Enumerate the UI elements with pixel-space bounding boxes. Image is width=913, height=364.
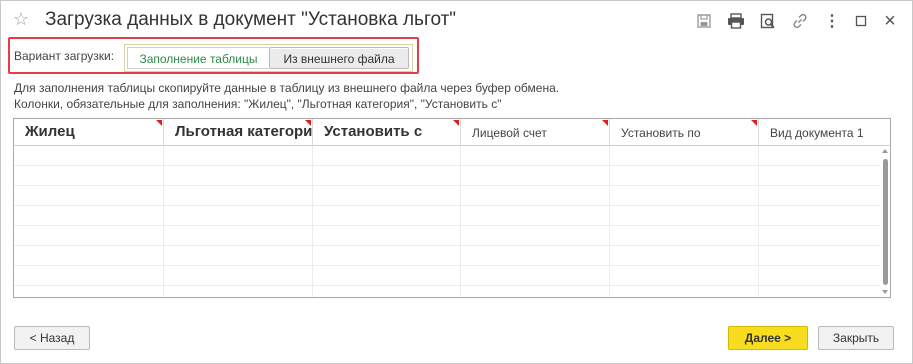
column-header-document-type[interactable]: Вид документа 1 (759, 119, 890, 146)
required-marker-icon (602, 120, 608, 126)
close-button[interactable]: Закрыть (818, 326, 894, 350)
table-row-line (14, 245, 880, 246)
variant-option-external-file[interactable]: Из внешнего файла (269, 47, 409, 69)
column-divider (609, 146, 610, 297)
variant-label: Вариант загрузки: (14, 49, 115, 63)
vertical-scrollbar[interactable] (880, 146, 890, 297)
column-header-set-from[interactable]: Установить с (313, 119, 461, 146)
scrollbar-thumb[interactable] (883, 159, 888, 285)
more-icon[interactable]: ⋮ (822, 11, 842, 31)
table-row-line (14, 225, 880, 226)
column-divider (163, 146, 164, 297)
required-marker-icon (156, 120, 162, 126)
favorite-star-icon[interactable]: ☆ (13, 9, 29, 29)
table-row-line (14, 165, 880, 166)
table-row-line (14, 205, 880, 206)
required-marker-icon (751, 120, 757, 126)
dialog-window: ☆ Загрузка данных в документ "Установка … (0, 0, 913, 364)
column-divider (758, 146, 759, 297)
hint-line-1: Для заполнения таблицы скопируйте данные… (14, 81, 560, 95)
table-row-line (14, 265, 880, 266)
column-header-benefit-category[interactable]: Льготная категория (164, 119, 313, 146)
data-table[interactable]: Жилец Льготная категория Установить с Ли… (13, 118, 891, 298)
hint-line-2: Колонки, обязательные для заполнения: "Ж… (14, 97, 502, 111)
title-bar: ☆ Загрузка данных в документ "Установка … (1, 1, 912, 41)
close-icon[interactable]: × (880, 10, 900, 32)
preview-icon[interactable] (758, 11, 778, 31)
scroll-up-arrow-icon[interactable] (882, 149, 888, 153)
next-button[interactable]: Далее > (728, 326, 808, 350)
column-divider (312, 146, 313, 297)
print-icon[interactable] (726, 11, 746, 31)
variant-switch: Заполнение таблицы Из внешнего файла (124, 44, 413, 72)
column-header-set-to[interactable]: Установить по (610, 119, 759, 146)
save-icon[interactable] (694, 11, 714, 31)
back-button[interactable]: < Назад (14, 326, 90, 350)
column-header-personal-account[interactable]: Лицевой счет (461, 119, 610, 146)
column-header-resident[interactable]: Жилец (14, 119, 164, 146)
link-icon[interactable] (790, 11, 810, 31)
table-row-line (14, 185, 880, 186)
column-divider (460, 146, 461, 297)
required-marker-icon (305, 120, 311, 126)
table-row-line (14, 285, 880, 286)
table-header: Жилец Льготная категория Установить с Ли… (14, 119, 890, 146)
required-marker-icon (453, 120, 459, 126)
window-title: Загрузка данных в документ "Установка ль… (45, 9, 457, 30)
variant-option-table[interactable]: Заполнение таблицы (127, 47, 269, 69)
scroll-down-arrow-icon[interactable] (882, 290, 888, 294)
maximize-icon[interactable] (851, 11, 871, 31)
